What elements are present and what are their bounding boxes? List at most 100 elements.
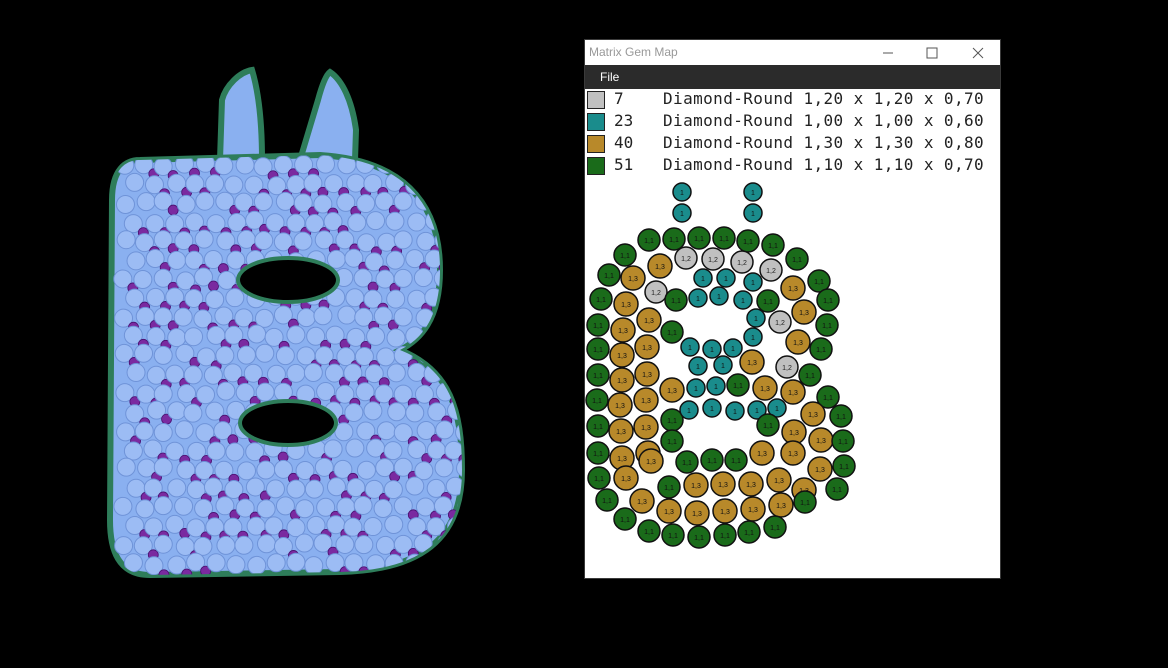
gem-marker[interactable]: 1 — [688, 356, 708, 376]
gem-map[interactable]: 1 1 1 1 1,1 1,1 1,1 1,1 1,1 1,1 1,1 1,3 1,2 1,2 1,2 1,2… — [585, 177, 1000, 577]
gem-marker[interactable]: 1,1 — [761, 233, 785, 257]
gem-marker[interactable]: 1,3 — [683, 472, 709, 498]
gem-marker[interactable]: 1,1 — [756, 289, 780, 313]
gem-marker[interactable]: 1 — [746, 308, 766, 328]
gem-marker[interactable]: 1,3 — [634, 334, 660, 360]
gem-marker[interactable]: 1,3 — [780, 440, 806, 466]
gem-marker[interactable]: 1,1 — [597, 263, 621, 287]
gem-marker[interactable]: 1 — [743, 272, 763, 292]
gem-marker[interactable]: 1,1 — [726, 373, 750, 397]
gem-marker[interactable]: 1,1 — [700, 448, 724, 472]
gem-marker[interactable]: 1,3 — [608, 418, 634, 444]
gem-marker[interactable]: 1,3 — [807, 456, 833, 482]
gem-marker[interactable]: 1 — [743, 327, 763, 347]
gem-marker[interactable]: 1,1 — [816, 288, 840, 312]
gem-marker[interactable]: 1,1 — [585, 388, 609, 412]
gem-marker[interactable]: 1 — [706, 376, 726, 396]
gem-marker[interactable]: 1,1 — [587, 466, 611, 490]
title-bar[interactable]: Matrix Gem Map — [585, 40, 1000, 65]
gem-marker[interactable]: 1 — [693, 268, 713, 288]
gem-marker[interactable]: 1,3 — [638, 448, 664, 474]
gem-marker[interactable]: 1,1 — [763, 515, 787, 539]
gem-marker[interactable]: 1,1 — [660, 429, 684, 453]
gem-marker[interactable]: 1,1 — [713, 523, 737, 547]
gem-marker[interactable]: 1,1 — [832, 454, 856, 478]
gem-marker[interactable]: 1,3 — [785, 329, 811, 355]
gem-marker[interactable]: 1,3 — [740, 496, 766, 522]
gem-marker[interactable]: 1,3 — [710, 471, 736, 497]
gem-marker[interactable]: 1,3 — [808, 427, 834, 453]
gem-marker[interactable]: 1,3 — [633, 387, 659, 413]
gem-marker[interactable]: 1 — [688, 288, 708, 308]
gem-marker[interactable]: 1 — [743, 203, 763, 223]
gem-marker[interactable]: 1,1 — [586, 313, 610, 337]
gem-marker[interactable]: 1,1 — [831, 429, 855, 453]
maximize-button[interactable] — [909, 40, 955, 65]
gem-marker[interactable]: 1 — [723, 338, 743, 358]
gem-marker[interactable]: 1,3 — [607, 392, 633, 418]
gem-marker[interactable]: 1,3 — [739, 349, 765, 375]
gem-marker[interactable]: 1,3 — [768, 492, 794, 518]
gem-marker[interactable]: 1,3 — [791, 299, 817, 325]
gem-marker[interactable]: 1 — [713, 355, 733, 375]
gem-marker[interactable]: 1 — [716, 268, 736, 288]
gem-marker[interactable]: 1,1 — [637, 519, 661, 543]
gem-marker[interactable]: 1,3 — [609, 342, 635, 368]
gem-marker[interactable]: 1,1 — [687, 226, 711, 250]
gem-marker[interactable]: 1,1 — [595, 488, 619, 512]
gem-marker[interactable]: 1,3 — [712, 498, 738, 524]
minimize-button[interactable] — [865, 40, 911, 65]
gem-marker[interactable]: 1,2 — [759, 258, 783, 282]
gem-marker[interactable]: 1,3 — [613, 291, 639, 317]
close-button[interactable] — [955, 40, 1001, 65]
gem-marker[interactable]: 1,2 — [644, 280, 668, 304]
gem-marker[interactable]: 1 — [679, 400, 699, 420]
gem-marker[interactable]: 1,3 — [738, 471, 764, 497]
gem-marker[interactable]: 1,3 — [620, 265, 646, 291]
gem-marker[interactable]: 1 — [672, 203, 692, 223]
gem-marker[interactable]: 1,3 — [766, 467, 792, 493]
gem-marker[interactable]: 1,2 — [768, 310, 792, 334]
gem-marker[interactable]: 1,1 — [613, 507, 637, 531]
gem-marker[interactable]: 1,2 — [775, 355, 799, 379]
gem-marker[interactable]: 1 — [702, 398, 722, 418]
gem-marker[interactable]: 1,3 — [800, 401, 826, 427]
gem-marker[interactable]: 1,1 — [785, 247, 809, 271]
gem-marker[interactable]: 1 — [743, 182, 763, 202]
gem-marker[interactable]: 1,1 — [586, 363, 610, 387]
gem-marker[interactable]: 1,1 — [687, 525, 711, 549]
gem-marker[interactable]: 1,3 — [636, 307, 662, 333]
gem-marker[interactable]: 1 — [733, 290, 753, 310]
gem-marker[interactable]: 1,1 — [675, 450, 699, 474]
gem-marker[interactable]: 1,3 — [634, 361, 660, 387]
gem-marker[interactable]: 1 — [709, 286, 729, 306]
gem-marker[interactable]: 1,1 — [829, 404, 853, 428]
gem-marker[interactable]: 1,1 — [664, 288, 688, 312]
gem-marker[interactable]: 1,1 — [815, 313, 839, 337]
gem-marker[interactable]: 1,1 — [586, 337, 610, 361]
gem-marker[interactable]: 1,2 — [701, 247, 725, 271]
gem-marker[interactable]: 1,1 — [712, 226, 736, 250]
gem-marker[interactable]: 1,1 — [657, 475, 681, 499]
gem-marker[interactable]: 1,1 — [809, 337, 833, 361]
gem-marker[interactable]: 1,3 — [629, 488, 655, 514]
gem-marker[interactable]: 1,3 — [647, 253, 673, 279]
gem-marker[interactable]: 1,1 — [737, 520, 761, 544]
gem-marker[interactable]: 1,3 — [610, 317, 636, 343]
gem-marker[interactable]: 1,1 — [586, 414, 610, 438]
gem-marker[interactable]: 1,1 — [825, 477, 849, 501]
gem-marker[interactable]: 1,3 — [780, 275, 806, 301]
gem-marker[interactable]: 1,3 — [749, 440, 775, 466]
gem-marker[interactable]: 1,1 — [589, 287, 613, 311]
gem-marker[interactable]: 1,1 — [662, 227, 686, 251]
gem-marker[interactable]: 1 — [702, 339, 722, 359]
gem-marker[interactable]: 1,1 — [798, 363, 822, 387]
gem-marker[interactable]: 1,3 — [633, 414, 659, 440]
gem-marker[interactable]: 1,3 — [684, 500, 710, 526]
gem-marker[interactable]: 1,1 — [586, 441, 610, 465]
gem-marker[interactable]: 1 — [686, 378, 706, 398]
gem-marker[interactable]: 1 — [672, 182, 692, 202]
gem-marker[interactable]: 1 — [680, 337, 700, 357]
gem-marker[interactable]: 1,3 — [656, 498, 682, 524]
gem-marker[interactable]: 1,3 — [752, 375, 778, 401]
